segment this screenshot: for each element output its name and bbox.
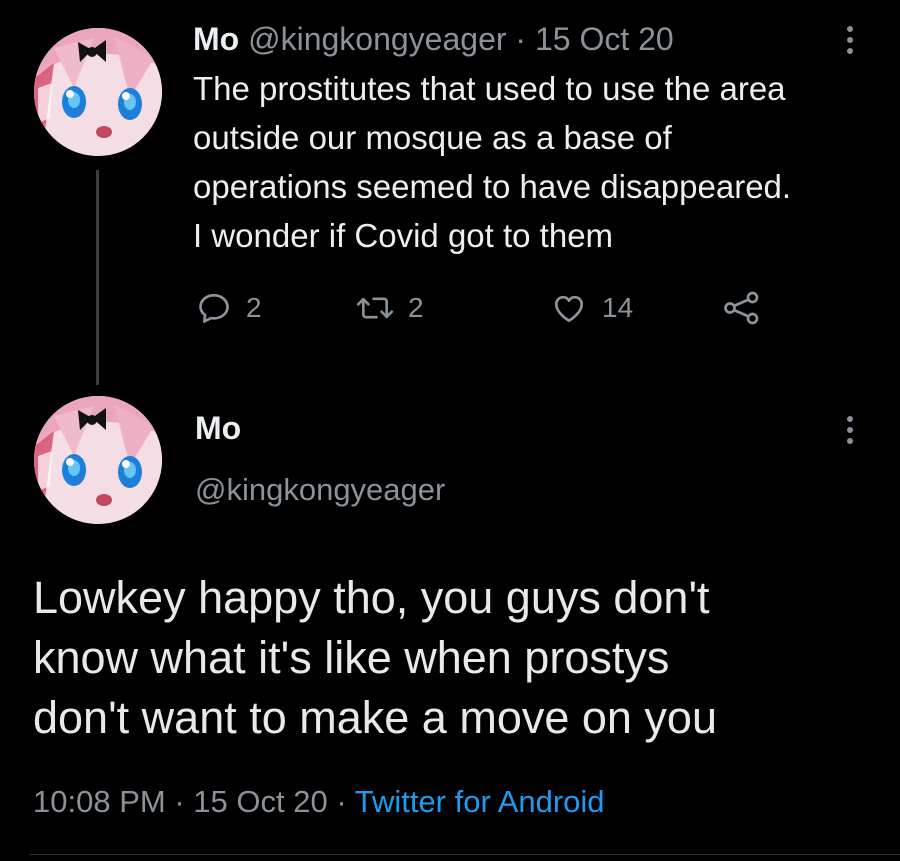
avatar[interactable] xyxy=(34,396,162,524)
author-handle[interactable]: @kingkongyeager xyxy=(248,21,506,57)
tweet-source-link[interactable]: Twitter for Android xyxy=(355,784,605,819)
tweet-text-line: outside our mosque as a base of xyxy=(193,119,672,156)
share-button[interactable] xyxy=(722,290,762,326)
tweet-text-line: Lowkey happy tho, you guys don't xyxy=(33,572,710,623)
retweet-button[interactable]: 2 xyxy=(356,290,424,326)
tweet-text: The prostitutes that used to use the are… xyxy=(193,64,791,260)
reply-icon xyxy=(199,293,229,323)
like-button[interactable]: 14 xyxy=(550,290,633,326)
retweet-icon xyxy=(356,297,394,319)
more-options-icon[interactable] xyxy=(847,26,853,59)
tweet-time[interactable]: 10:08 PM xyxy=(33,784,166,819)
divider xyxy=(30,854,900,855)
tweet-text-line: know what it's like when prostys xyxy=(33,632,670,683)
thread-line xyxy=(96,170,99,385)
like-count: 14 xyxy=(602,292,634,323)
tweet-header: Mo @kingkongyeager · 15 Oct 20 xyxy=(193,21,674,58)
separator-dot: · xyxy=(336,784,347,819)
separator-dot: · xyxy=(515,21,527,57)
tweet-text-line: operations seemed to have disappeared. xyxy=(193,168,792,205)
author-handle[interactable]: @kingkongyeager xyxy=(195,472,445,508)
tweet-text-line: I wonder if Covid got to them xyxy=(193,217,614,254)
separator-dot: · xyxy=(174,784,185,819)
tweet-text: Lowkey happy tho, you guys don't know wh… xyxy=(33,568,717,748)
avatar-image xyxy=(34,396,162,524)
more-options-icon[interactable] xyxy=(847,416,853,449)
tweet-date[interactable]: 15 Oct 20 xyxy=(193,784,327,819)
tweet-text-line: don't want to make a move on you xyxy=(33,692,717,743)
author-name[interactable]: Mo xyxy=(195,410,241,447)
tweet-timestamp-line: 10:08 PM · 15 Oct 20 · Twitter for Andro… xyxy=(33,784,605,820)
reply-count: 2 xyxy=(246,292,262,323)
retweet-count: 2 xyxy=(408,292,424,323)
share-icon xyxy=(724,291,759,325)
author-name[interactable]: Mo xyxy=(193,21,239,57)
tweet-text-line: The prostitutes that used to use the are… xyxy=(193,70,786,107)
reply-button[interactable]: 2 xyxy=(196,290,262,326)
tweet-date[interactable]: 15 Oct 20 xyxy=(535,21,674,57)
avatar[interactable] xyxy=(34,28,162,156)
like-icon xyxy=(554,295,584,323)
avatar-image xyxy=(34,28,162,156)
